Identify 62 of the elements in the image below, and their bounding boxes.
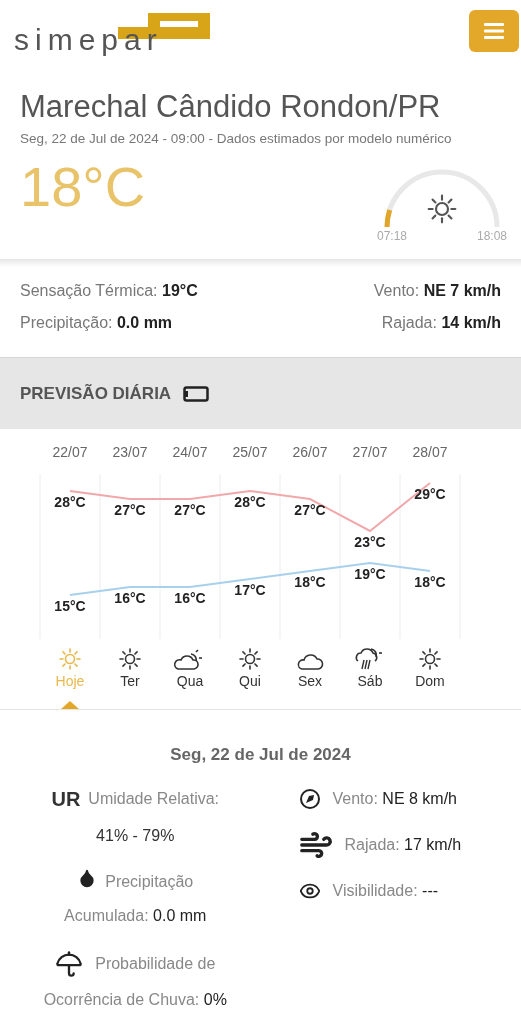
- current-detail: Sensação Térmica: 19°C: [20, 281, 199, 301]
- menu-icon: [484, 23, 504, 39]
- temperature-label: 27°C: [174, 502, 206, 518]
- temperature-label: 27°C: [294, 502, 326, 518]
- date-label: 27/07: [352, 444, 388, 460]
- sunset-time: 18:08: [476, 228, 507, 245]
- detail-date: Seg, 22 de Jul de 2024: [169, 744, 352, 766]
- menu-button[interactable]: [469, 10, 519, 52]
- city-title: Marechal Cândido Rondon/PR: [20, 88, 442, 126]
- date-label: 24/07: [172, 444, 208, 460]
- date-label: 25/07: [232, 444, 268, 460]
- detail-value: 41% - 79%: [96, 825, 175, 846]
- detail-label: Probabilidade de: [95, 953, 216, 974]
- detail-value: Acumulada: 0.0 mm: [64, 905, 207, 926]
- current-detail: Precipitação: 0.0 mm: [20, 313, 174, 333]
- day-tab[interactable]: Sex: [280, 645, 340, 709]
- sun-icon: [238, 647, 262, 671]
- current-detail: Vento: NE 7 km/h: [372, 281, 501, 301]
- detail-label: Umidade Relativa:: [88, 788, 220, 809]
- temperature-label: 27°C: [114, 502, 146, 518]
- detail-text: Vento: NE 8 km/h: [332, 788, 457, 809]
- logo[interactable]: simepar: [14, 7, 210, 55]
- phone-icon: [183, 385, 210, 402]
- temperature-label: 18°C: [414, 574, 446, 590]
- sun-icon: [426, 193, 458, 225]
- day-tab[interactable]: Qua: [160, 645, 220, 709]
- temperature-label: 19°C: [354, 566, 386, 582]
- temperature-label: 16°C: [174, 590, 206, 606]
- detail-text: Visibilidade: ---: [332, 880, 439, 901]
- temperature-label: 28°C: [234, 494, 266, 510]
- date-label: 26/07: [292, 444, 328, 460]
- date-label: 23/07: [112, 444, 148, 460]
- detail-label: Precipitação: [105, 871, 194, 892]
- detail-value: Ocorrência de Chuva: 0%: [43, 989, 227, 1010]
- section-title: PREVISÃO DIÁRIA: [20, 382, 172, 405]
- temperature-label: 23°C: [354, 534, 386, 550]
- temperature-label: 18°C: [294, 574, 326, 590]
- humidity-abbreviation: UR: [51, 786, 81, 812]
- sunrise-time: 07:18: [377, 228, 408, 245]
- day-tab[interactable]: Dom: [400, 645, 460, 709]
- day-tab[interactable]: Qui: [220, 645, 280, 709]
- day-tab[interactable]: Sáb: [340, 645, 400, 709]
- temperature-label: 28°C: [54, 494, 86, 510]
- date-label: 28/07: [412, 444, 448, 460]
- current-temperature: 18°C: [20, 154, 146, 220]
- temperature-label: 29°C: [414, 486, 446, 502]
- forecast-subtitle: Seg, 22 de Jul de 2024 - 09:00 - Dados estimados por modelo numérico: [20, 129, 453, 148]
- temperature-label: 17°C: [234, 582, 266, 598]
- temperature-label: 16°C: [114, 590, 146, 606]
- sun-icon: [118, 647, 142, 671]
- selected-indicator: [61, 701, 79, 709]
- cloud-icon: [296, 651, 324, 671]
- current-detail: Rajada: 14 km/h: [380, 313, 501, 333]
- logo-text: simepar: [14, 25, 163, 55]
- date-label: 22/07: [52, 444, 88, 460]
- umbrella-icon: [55, 949, 84, 978]
- sun-icon: [58, 647, 82, 671]
- day-tab[interactable]: Ter: [100, 645, 160, 709]
- detail-text: Rajada: 17 km/h: [344, 834, 462, 855]
- sun-icon: [418, 647, 442, 671]
- compass-icon: [298, 787, 321, 810]
- temperature-label: 15°C: [54, 598, 86, 614]
